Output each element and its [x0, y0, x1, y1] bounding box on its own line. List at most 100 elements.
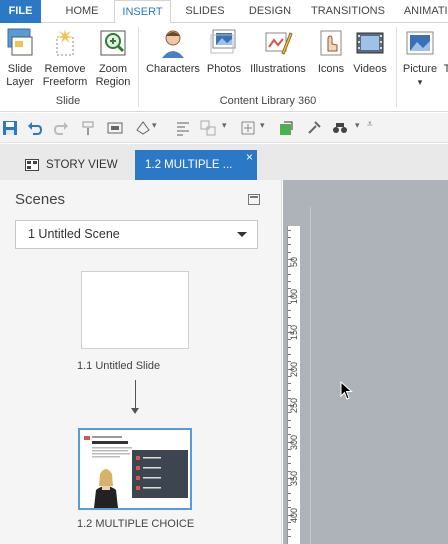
zoom-region-icon [100, 30, 126, 56]
ruler-tick [288, 529, 291, 531]
tab-transitions[interactable]: TRANSITIONS [308, 0, 388, 23]
arrow-down-icon [131, 408, 139, 414]
chevron-down-icon[interactable]: ▾ [418, 77, 423, 87]
zoom-region-label-2: Region [95, 76, 131, 88]
remove-freeform-label-1: Remove [44, 63, 86, 75]
ruler-label: 250 [289, 397, 299, 413]
photos-icon [210, 29, 236, 54]
group-icon[interactable] [200, 120, 216, 136]
vertical-ruler: 50 100 150 200 250 300 350 400 [287, 226, 300, 544]
slide-layer-label-1: Slide [7, 63, 33, 75]
zoom-region-button[interactable]: Zoom Region [92, 27, 134, 89]
align-icon[interactable] [175, 120, 191, 136]
arrange-icon[interactable] [240, 120, 256, 136]
scene-select-value: 1 Untitled Scene [28, 227, 120, 241]
ribbon-tab-bar: FILE HOME INSERT SLIDES DESIGN TRANSITIO… [0, 0, 448, 24]
redo-icon[interactable] [53, 120, 69, 136]
zoom-region-label-1: Zoom [98, 63, 128, 75]
ruler-tick [288, 390, 291, 392]
tab-design[interactable]: DESIGN [244, 0, 296, 23]
undo-icon[interactable] [27, 120, 43, 136]
preview-icon[interactable] [107, 120, 123, 136]
story-view-label: STORY VIEW [46, 159, 118, 171]
characters-button[interactable]: Characters [144, 27, 202, 76]
characters-icon [162, 30, 184, 58]
remove-freeform-button[interactable]: Remove Freeform [40, 27, 90, 89]
icons-label: Icons [317, 63, 345, 75]
scenes-title: Scenes [15, 191, 66, 208]
ruler-tick [288, 280, 291, 282]
slide-thumbnail-1[interactable] [81, 271, 189, 349]
icons-icon [320, 30, 342, 56]
chevron-down-icon[interactable]: ▾ [152, 120, 157, 131]
tab-home[interactable]: HOME [55, 0, 109, 23]
remove-freeform-label-2: Freeform [42, 76, 88, 88]
ruler-tick [288, 463, 291, 465]
scene-select[interactable]: 1 Untitled Scene [15, 220, 258, 249]
slide-layer-label-2: Layer [6, 76, 34, 88]
ruler-label: 150 [289, 324, 299, 340]
slide-layer-button[interactable]: Slide Layer [2, 27, 38, 89]
customize-toolbar-icon[interactable]: ⩡ [367, 119, 373, 130]
videos-label: Videos [353, 63, 387, 75]
tab-active-slide[interactable]: 1.2 MULTIPLE ... × [135, 150, 257, 180]
ruler-tick [288, 273, 291, 275]
chevron-down-icon [237, 232, 247, 237]
tab-insert[interactable]: INSERT [114, 0, 171, 24]
scenes-panel: Scenes 1 Untitled Scene 1.1 Untitled Sli… [0, 180, 282, 544]
tab-story-view[interactable]: STORY VIEW [15, 150, 133, 180]
ruler-tick [288, 419, 291, 421]
canvas-edge [310, 207, 311, 544]
ruler-tick [288, 317, 291, 319]
picture-icon [406, 31, 434, 55]
active-slide-label: 1.2 MULTIPLE ... [145, 159, 233, 171]
chevron-down-icon[interactable]: ▾ [355, 120, 360, 131]
content-library-group-label: Content Library 360 [219, 95, 317, 107]
story-tab-bar: STORY VIEW 1.2 MULTIPLE ... × [0, 144, 448, 180]
group-separator-2 [396, 27, 397, 107]
ruler-label: 350 [289, 470, 299, 486]
format-painter-icon[interactable] [81, 120, 97, 136]
group-separator [138, 27, 139, 107]
tools-icon[interactable] [306, 120, 322, 136]
tab-file[interactable]: FILE [0, 0, 41, 23]
slide-canvas[interactable] [283, 180, 448, 544]
close-icon[interactable]: × [246, 142, 253, 172]
photos-label: Photos [206, 63, 242, 75]
illustrations-button[interactable]: Illustrations [246, 27, 310, 76]
photos-button[interactable]: Photos [203, 27, 245, 76]
publish-icon[interactable] [278, 120, 294, 136]
overflow-button[interactable]: T [442, 63, 448, 76]
slide-thumbnail-2-preview [80, 430, 190, 508]
slide-label-2: 1.2 MULTIPLE CHOICE [77, 518, 195, 530]
videos-button[interactable]: Videos [350, 27, 390, 76]
picture-button[interactable]: Picture ▾ [400, 27, 440, 89]
ruler-tick [288, 244, 291, 246]
ruler-tick [288, 492, 291, 494]
find-icon[interactable] [332, 120, 348, 136]
ruler-tick [288, 229, 291, 231]
chevron-down-icon[interactable]: ▾ [260, 120, 265, 131]
slide-thumbnail-2[interactable] [78, 428, 192, 510]
tab-animations[interactable]: ANIMATIO [400, 0, 448, 23]
slide-connector [135, 380, 136, 410]
remove-freeform-icon [56, 29, 74, 56]
illustrations-label: Illustrations [250, 63, 306, 75]
ruler-label: 100 [289, 288, 299, 304]
restore-panel-icon[interactable] [248, 194, 260, 205]
story-view-icon [25, 159, 39, 171]
ruler-tick [288, 353, 291, 355]
tab-slides[interactable]: SLIDES [180, 0, 230, 23]
ruler-label: 300 [289, 434, 299, 450]
slide-layer-icon [7, 28, 33, 56]
icons-button[interactable]: Icons [312, 27, 350, 76]
ruler-tick [288, 346, 291, 348]
ruler-tick [288, 310, 291, 312]
ruler-label: 400 [289, 507, 299, 523]
shape-icon[interactable] [135, 120, 151, 136]
ruler-tick [288, 426, 291, 428]
slide-label-1: 1.1 Untitled Slide [77, 360, 161, 372]
chevron-down-icon[interactable]: ▾ [222, 120, 227, 131]
ribbon: Slide Layer Remove Freeform Zoom Region … [0, 23, 448, 112]
save-icon[interactable] [2, 120, 18, 136]
